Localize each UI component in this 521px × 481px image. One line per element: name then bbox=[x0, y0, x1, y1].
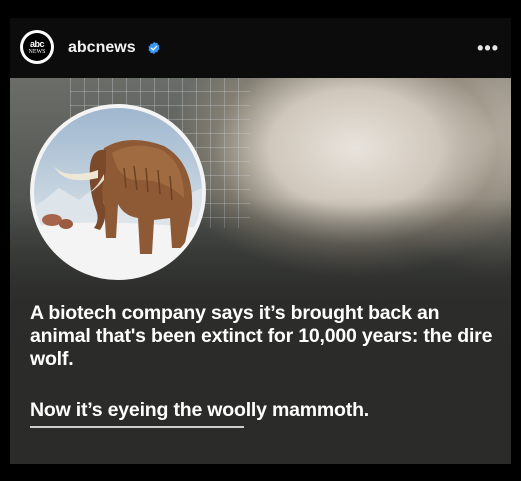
verified-badge-icon bbox=[148, 41, 160, 55]
more-options-icon[interactable]: ••• bbox=[477, 38, 499, 59]
account-avatar[interactable]: abc NEWS bbox=[20, 30, 54, 64]
avatar-logo-text-bottom: NEWS bbox=[28, 48, 46, 55]
woolly-mammoth-illustration bbox=[30, 104, 206, 280]
headline-underline-divider bbox=[30, 426, 244, 428]
mammoth-icon bbox=[34, 139, 202, 276]
avatar-logo-text-top: abc bbox=[29, 38, 45, 49]
post-image[interactable]: A biotech company says it’s brought back… bbox=[10, 78, 511, 464]
post-subheadline: Now it’s eyeing the woolly mammoth. bbox=[30, 399, 369, 421]
instagram-post: abc NEWS abcnews ••• A biotech company s… bbox=[10, 18, 511, 464]
account-username[interactable]: abcnews bbox=[68, 39, 136, 57]
abc-news-logo: abc NEWS bbox=[23, 33, 51, 61]
post-headline: A biotech company says it’s brought back… bbox=[30, 302, 493, 370]
post-header: abc NEWS abcnews ••• bbox=[10, 18, 511, 78]
